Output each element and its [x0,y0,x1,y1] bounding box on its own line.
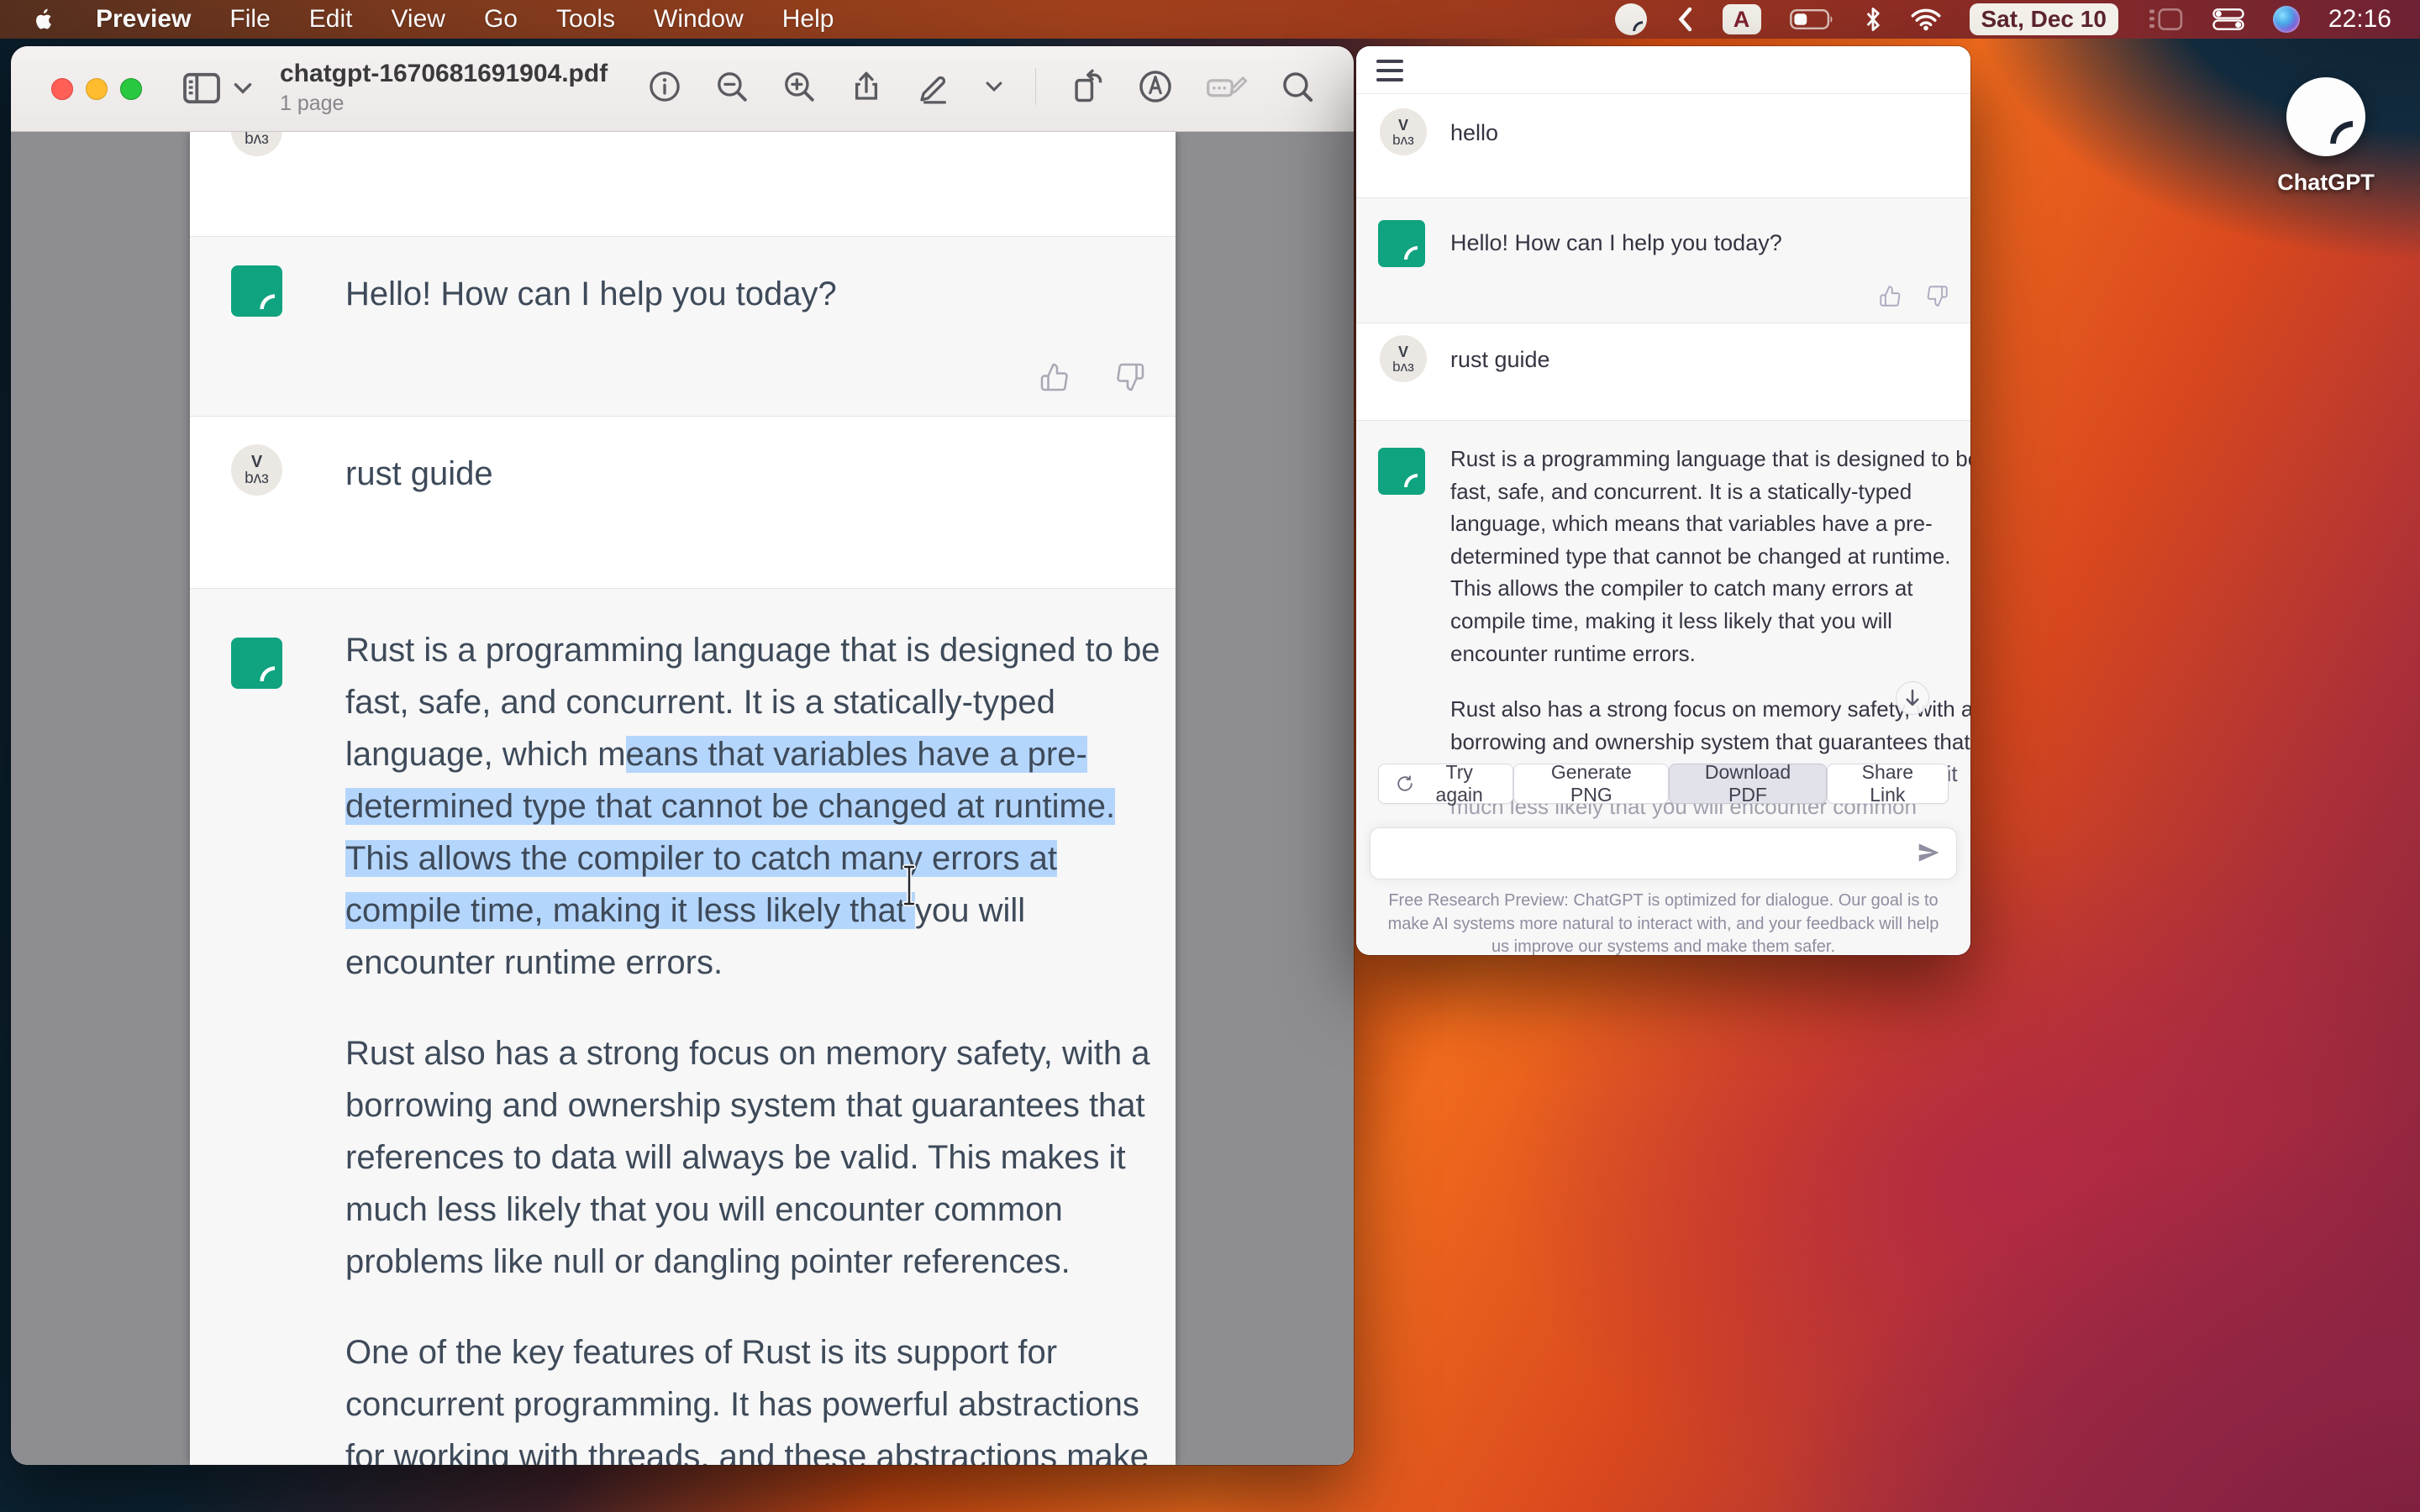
menu-item-help[interactable]: Help [782,5,834,34]
download-pdf-button[interactable]: Download PDF [1669,764,1826,804]
menu-item-file[interactable]: File [229,5,270,34]
preview-window: chatgpt-1670681691904.pdf 1 page V bʌɜ [11,46,1354,1465]
preview-titlebar: chatgpt-1670681691904.pdf 1 page [11,46,1354,132]
chatgpt-avatar [1378,220,1425,267]
wifi-icon[interactable] [1911,8,1941,31]
menu-item-view[interactable]: View [391,5,445,34]
user-message-text: rust guide [1450,347,1550,373]
thumbs-down-icon[interactable] [1926,285,1949,307]
text-cursor [900,864,918,906]
chatgpt-logo-icon [2286,77,2365,156]
scroll-to-bottom-button[interactable] [1896,681,1929,715]
markup-pen-button[interactable] [1137,68,1174,105]
pdf-row-assistant-greeting: Hello! How can I help you today? [190,236,1176,417]
chatgpt-avatar [1378,448,1425,495]
assistant-greeting-text: Hello! How can I help you today? [345,276,837,313]
menu-bar-left: Preview File Edit View Go Tools Window H… [0,5,834,34]
menu-hamburger-icon[interactable] [1376,60,1403,81]
desktop-icon-label: ChatGPT [2277,170,2375,196]
chatgpt-avatar [231,265,282,317]
clock: 22:16 [2328,5,2391,34]
menu-bar: Preview File Edit View Go Tools Window H… [0,0,2420,39]
share-button[interactable] [849,69,884,104]
bluetooth-icon[interactable] [1864,6,1882,33]
date-indicator[interactable]: Sat, Dec 10 [1970,3,2118,35]
share-link-button[interactable]: Share Link [1827,764,1949,804]
menu-item-go[interactable]: Go [484,5,518,34]
openai-status-icon[interactable] [1615,3,1647,35]
menu-item-tools[interactable]: Tools [556,5,615,34]
message-composer [1370,827,1957,879]
refresh-icon [1396,774,1414,793]
pdf-page: V bʌɜ Hello! How can I help you today? V… [190,132,1176,1465]
assistant-greeting-text: Hello! How can I help you today? [1450,230,1782,256]
assistant-rust-text: Rust is a programming language that is d… [345,624,1160,1465]
generate-png-button[interactable]: Generate PNG [1513,764,1669,804]
control-center-icon[interactable] [2212,8,2244,31]
chatgpt-export-window: V bʌɜ hello Hello! How can I help you to… [1356,46,1970,955]
chevron-left-icon[interactable] [1676,7,1694,32]
pdf-row-user-hello-partial: V bʌɜ [190,132,1176,236]
menu-item-window[interactable]: Window [654,5,744,34]
thumbs-up-icon [1039,362,1070,392]
sidebar-toggle-icon[interactable] [182,71,221,105]
xw-row-assistant-greeting: Hello! How can I help you today? [1356,197,1970,323]
rotate-button[interactable] [1068,68,1105,105]
export-header [1356,46,1970,94]
highlight-button[interactable] [916,68,953,105]
pdf-row-assistant-rust: Rust is a programming language that is d… [190,588,1176,1465]
menu-bar-status: A Sat, Dec 10 22:16 [1615,3,2420,35]
info-button[interactable] [647,69,682,104]
send-icon[interactable] [1916,840,1941,865]
chatgpt-avatar [231,638,282,689]
export-actions: Try again Generate PNG Download PDF Shar… [1378,764,1949,804]
battery-icon[interactable] [1790,7,1835,32]
xw-row-user-rust-guide: V bʌɜ rust guide [1356,323,1970,420]
menu-app-name[interactable]: Preview [96,5,191,34]
user-prompt-text: rust guide [345,455,493,493]
export-footer-disclaimer: Free Research Preview: ChatGPT is optimi… [1381,890,1945,955]
xw-row-user-hello: V bʌɜ hello [1356,95,1970,197]
menu-item-edit[interactable]: Edit [309,5,353,34]
thumbs-up-icon[interactable] [1879,285,1902,307]
user-message-text: hello [1450,120,1498,146]
chatgpt-desktop-icon[interactable]: ChatGPT [2252,77,2400,196]
search-button[interactable] [1280,69,1315,104]
zoom-button[interactable] [120,78,142,100]
input-source-indicator[interactable]: A [1723,4,1761,34]
close-button[interactable] [51,78,73,100]
thumbs-down-icon [1115,362,1145,392]
preview-content-area[interactable]: V bʌɜ Hello! How can I help you today? V… [11,132,1354,1465]
sidebar-chevron-down-icon[interactable] [233,81,253,96]
message-input[interactable] [1386,837,1897,870]
try-again-button[interactable]: Try again [1378,764,1513,804]
pdf-row-user-rust-guide: V bʌɜ rust guide [190,417,1176,588]
user-avatar: V bʌɜ [231,132,282,156]
user-avatar: V bʌɜ [1380,335,1427,382]
highlight-chevron-icon[interactable] [985,80,1003,93]
user-avatar: V bʌɜ [1380,108,1427,155]
apple-menu-icon[interactable] [30,6,57,33]
toolbar-divider [1035,68,1036,105]
siri-icon[interactable] [2273,6,2300,33]
form-fill-button[interactable] [1206,68,1248,105]
minimize-button[interactable] [86,78,108,100]
stage-manager-icon[interactable] [2147,6,2184,33]
zoom-out-button[interactable] [714,69,750,104]
user-avatar: V bʌɜ [231,444,282,496]
zoom-in-button[interactable] [781,69,817,104]
